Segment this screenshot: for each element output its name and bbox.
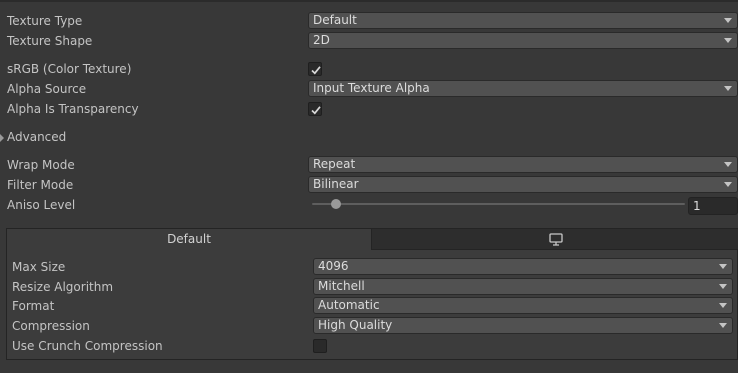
texture-type-dropdown[interactable]: Default [308,12,738,29]
filter-mode-dropdown[interactable]: Bilinear [308,176,738,193]
max-size-label: Max Size [12,260,66,274]
chevron-down-icon [719,303,727,308]
check-icon [311,106,321,115]
chevron-down-icon [724,18,732,23]
chevron-down-icon [724,162,732,167]
crunch-compression-checkbox[interactable] [313,339,327,353]
compression-value: High Quality [318,318,393,332]
wrap-mode-value: Repeat [313,157,356,171]
tab-default[interactable]: Default [7,229,372,250]
resize-algorithm-dropdown[interactable]: Mitchell [313,278,733,295]
monitor-icon [549,233,563,246]
check-icon [311,66,321,75]
filter-mode-label: Filter Mode [7,178,74,192]
foldout-arrow-icon[interactable] [0,134,4,142]
chevron-down-icon [724,86,732,91]
texture-import-settings: Texture Type Default Texture Shape 2D sR… [0,0,738,373]
compression-dropdown[interactable]: High Quality [313,317,733,334]
format-value: Automatic [318,298,380,312]
format-label: Format [12,299,55,313]
alpha-transparency-label: Alpha Is Transparency [7,102,139,116]
compression-label: Compression [12,319,90,333]
crunch-compression-label: Use Crunch Compression [12,339,163,353]
chevron-down-icon [719,323,727,328]
texture-shape-value: 2D [313,33,330,47]
alpha-transparency-checkbox[interactable] [308,102,322,116]
texture-type-label: Texture Type [7,14,83,28]
aniso-slider-thumb[interactable] [331,199,341,209]
alpha-source-value: Input Texture Alpha [313,81,430,95]
wrap-mode-label: Wrap Mode [7,158,75,172]
tab-standalone[interactable] [372,229,738,250]
chevron-down-icon [724,38,732,43]
chevron-down-icon [719,264,727,269]
chevron-down-icon [719,284,727,289]
chevron-down-icon [724,182,732,187]
format-dropdown[interactable]: Automatic [313,297,733,314]
wrap-mode-dropdown[interactable]: Repeat [308,156,738,173]
srgb-label: sRGB (Color Texture) [7,62,132,76]
max-size-value: 4096 [318,259,349,273]
texture-type-value: Default [313,13,357,27]
top-divider [0,0,738,2]
alpha-source-dropdown[interactable]: Input Texture Alpha [308,80,738,97]
aniso-level-field[interactable]: 1 [688,197,738,215]
resize-algorithm-value: Mitchell [318,279,365,293]
aniso-level-label: Aniso Level [7,198,76,212]
srgb-checkbox[interactable] [308,62,322,76]
max-size-dropdown[interactable]: 4096 [313,258,733,275]
texture-shape-label: Texture Shape [7,34,93,48]
aniso-slider-track[interactable] [312,203,685,205]
resize-algorithm-label: Resize Algorithm [12,280,114,294]
texture-shape-dropdown[interactable]: 2D [308,32,738,49]
advanced-foldout[interactable]: Advanced [7,129,66,145]
alpha-source-label: Alpha Source [7,82,87,96]
filter-mode-value: Bilinear [313,177,359,191]
